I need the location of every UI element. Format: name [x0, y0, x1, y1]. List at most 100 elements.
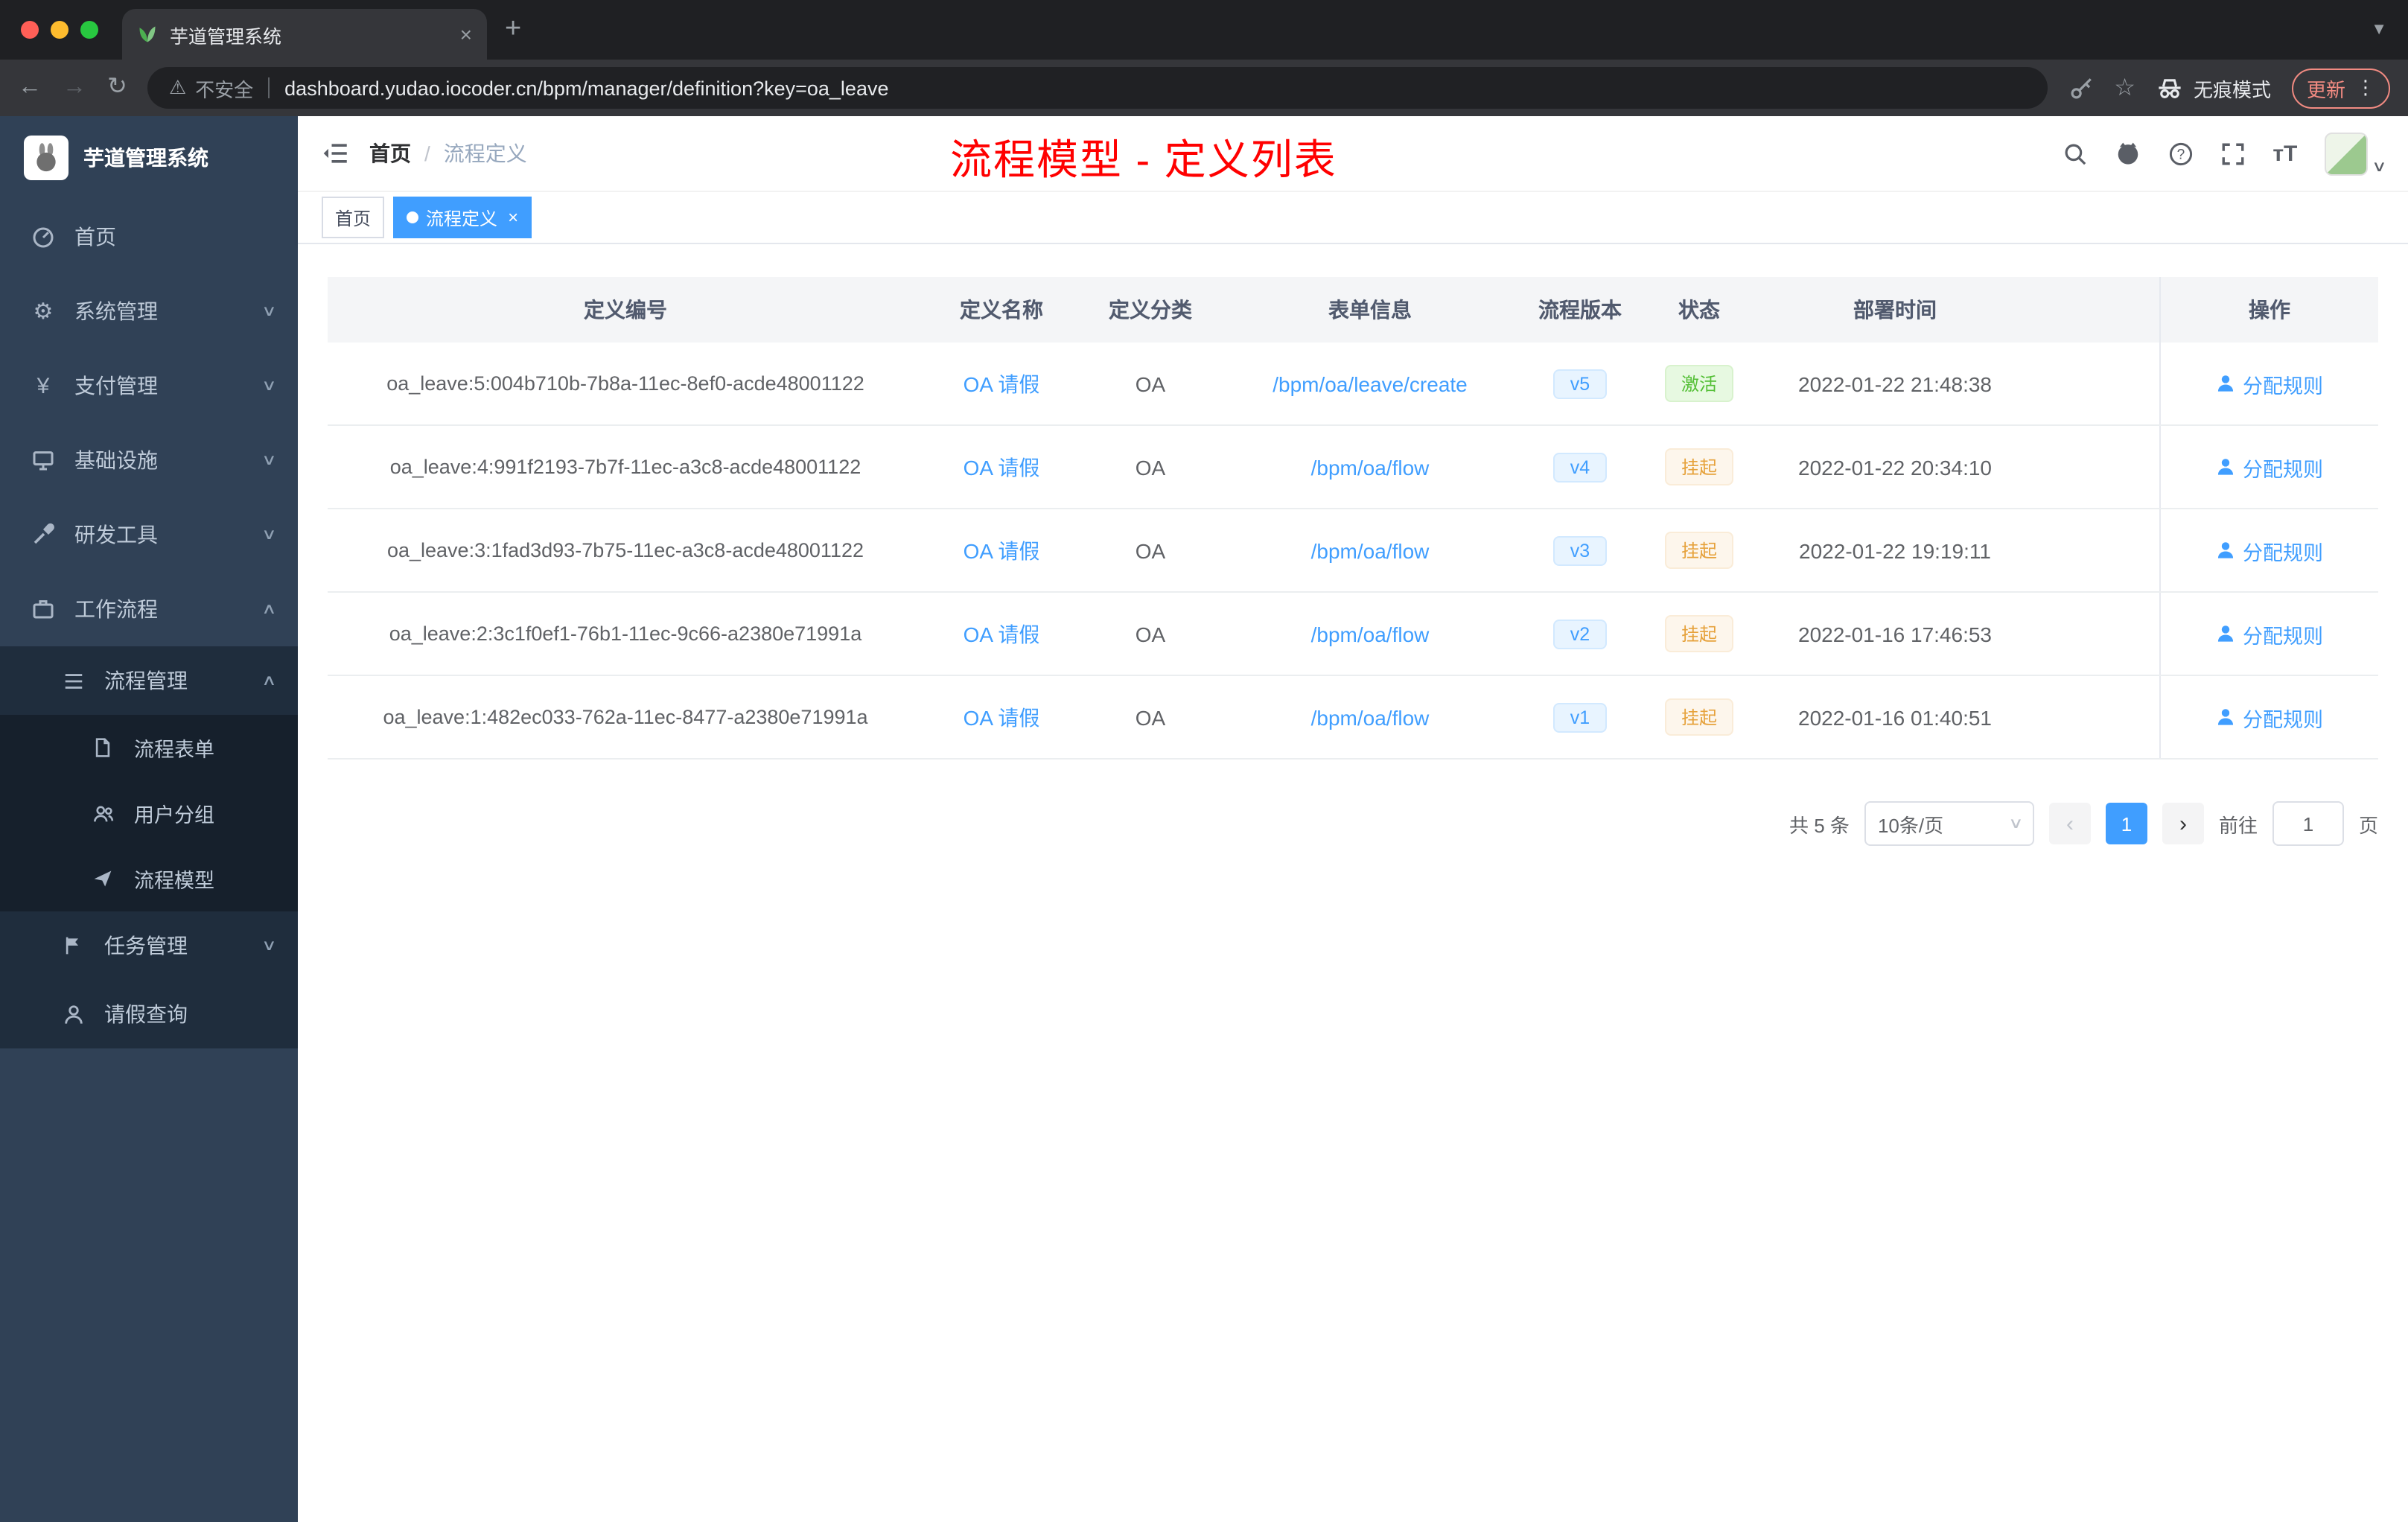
page-content: 定义编号 定义名称 定义分类 表单信息 流程版本 状态 部署时间 操作 oa_l…: [298, 244, 2408, 1522]
version-badge: v5: [1553, 369, 1607, 398]
cell-definition-id: oa_leave:1:482ec033-762a-11ec-8477-a2380…: [383, 706, 868, 728]
user-icon: [2217, 709, 2234, 725]
sidebar-item-infrastructure[interactable]: 基础设施 ∨: [0, 423, 298, 497]
breadcrumb: 首页 / 流程定义: [369, 138, 527, 168]
tag-process-definition[interactable]: 流程定义 ×: [393, 197, 532, 238]
total-count: 共 5 条: [1789, 814, 1850, 836]
forward-button[interactable]: →: [63, 75, 86, 100]
breadcrumb-home[interactable]: 首页: [369, 138, 411, 168]
sidebar-label-process-form: 流程表单: [134, 739, 214, 761]
sidebar-item-home[interactable]: 首页: [0, 200, 298, 274]
chevron-down-icon: ∨: [261, 526, 276, 543]
font-size-icon[interactable]: тT: [2272, 141, 2297, 166]
goto-label: 前往: [2218, 814, 2258, 836]
sidebar-item-task-mgmt[interactable]: 任务管理 ∨: [0, 911, 298, 980]
assign-rule-link[interactable]: 分配规则: [2216, 702, 2323, 732]
address-bar[interactable]: ⚠ 不安全 dashboard.yudao.iocoder.cn/bpm/man…: [147, 67, 2048, 109]
back-button[interactable]: ←: [18, 75, 42, 100]
tools-icon: [30, 523, 57, 547]
sidebar-item-workflow[interactable]: 工作流程 ∧: [0, 572, 298, 646]
assign-rule-link[interactable]: 分配规则: [2216, 452, 2323, 482]
cell-definition-id: oa_leave:4:991f2193-7b7f-11ec-a3c8-acde4…: [389, 456, 861, 478]
browser-tab[interactable]: 芋道管理系统 ×: [122, 9, 487, 60]
assign-rule-link[interactable]: 分配规则: [2216, 535, 2323, 565]
assign-rule-link[interactable]: 分配规则: [2216, 619, 2323, 649]
definition-name-link[interactable]: OA 请假: [923, 343, 1080, 424]
sidebar-item-devtools[interactable]: 研发工具 ∨: [0, 497, 298, 572]
sidebar-fold-icon[interactable]: [322, 140, 348, 167]
sidebar-label-process-mgmt: 流程管理: [104, 669, 188, 692]
form-link[interactable]: /bpm/oa/flow: [1221, 509, 1519, 591]
prev-page-button[interactable]: ‹: [2048, 803, 2091, 844]
table-row: oa_leave:1:482ec033-762a-11ec-8477-a2380…: [328, 676, 2378, 760]
chevron-down-icon: ∨: [261, 937, 276, 954]
sidebar-item-process-mgmt[interactable]: 流程管理 ∧: [0, 646, 298, 715]
next-page-button[interactable]: ›: [2162, 803, 2204, 844]
chevron-down-icon: ∨: [261, 378, 276, 394]
cell-deploy-time: 2022-01-22 20:34:10: [1798, 455, 1992, 479]
form-link[interactable]: /bpm/oa/flow: [1221, 426, 1519, 508]
sidebar-item-leave-query[interactable]: 请假查询: [0, 980, 298, 1048]
sidebar-item-payment[interactable]: ¥ 支付管理 ∨: [0, 348, 298, 423]
sidebar-item-process-model[interactable]: 流程模型: [0, 846, 298, 911]
github-icon[interactable]: [2115, 140, 2141, 167]
help-icon[interactable]: ?: [2168, 141, 2194, 166]
column-header-category: 定义分类: [1109, 298, 1192, 322]
tag-home[interactable]: 首页: [322, 197, 385, 238]
bookmark-star-icon[interactable]: ☆: [2114, 73, 2135, 103]
table-row: oa_leave:5:004b710b-7b8a-11ec-8ef0-acde4…: [328, 343, 2378, 426]
svg-text:?: ?: [2177, 146, 2185, 162]
definition-name-link[interactable]: OA 请假: [923, 426, 1080, 508]
browser-update-menu-button[interactable]: 更新 ⋮: [2291, 68, 2390, 108]
user-icon: [2217, 459, 2234, 475]
sidebar-item-process-form[interactable]: 流程表单: [0, 715, 298, 780]
search-icon[interactable]: [2063, 141, 2088, 166]
definition-name-link[interactable]: OA 请假: [923, 676, 1080, 758]
form-link[interactable]: /bpm/oa/leave/create: [1221, 343, 1519, 424]
tab-search-chevron-icon[interactable]: ▼: [2371, 21, 2387, 39]
new-tab-button[interactable]: +: [505, 13, 521, 46]
table-row: oa_leave:2:3c1f0ef1-76b1-11ec-9c66-a2380…: [328, 593, 2378, 676]
cell-category: OA: [1135, 622, 1166, 646]
assign-rule-link[interactable]: 分配规则: [2216, 369, 2323, 398]
tag-close-icon[interactable]: ×: [508, 207, 518, 228]
sidebar-item-system[interactable]: ⚙ 系统管理 ∨: [0, 274, 298, 348]
fullscreen-icon[interactable]: [2220, 141, 2246, 166]
reload-button[interactable]: ↻: [107, 75, 127, 100]
page-number-button[interactable]: 1: [2105, 803, 2147, 844]
version-badge: v3: [1553, 535, 1607, 565]
version-badge: v1: [1553, 702, 1607, 732]
cell-category: OA: [1135, 455, 1166, 479]
page-size-select[interactable]: 10条/页 ∨: [1864, 801, 2034, 846]
screen: 芋道管理系统 × + ▼ ← → ↻ ⚠ 不安全 dashboard.yudao…: [0, 0, 2408, 1522]
flag-icon: [60, 935, 86, 956]
security-chip[interactable]: ⚠ 不安全: [169, 74, 253, 102]
tab-favicon-icon: [139, 26, 156, 42]
sidebar-label-payment: 支付管理: [74, 374, 158, 398]
definition-name-link[interactable]: OA 请假: [923, 593, 1080, 675]
cell-deploy-time: 2022-01-16 17:46:53: [1798, 622, 1992, 646]
security-label: 不安全: [195, 78, 254, 101]
form-link[interactable]: /bpm/oa/flow: [1221, 593, 1519, 675]
window-minimize-button[interactable]: [51, 21, 69, 39]
paper-plane-icon: [89, 868, 116, 889]
window-zoom-button[interactable]: [80, 21, 98, 39]
window-close-button[interactable]: [21, 21, 39, 39]
user-menu[interactable]: ∨: [2324, 132, 2386, 175]
workflow-submenu: 流程管理 ∧ 流程表单 用户分组 流程模型 任务管理 ∨ 请假查询: [0, 646, 298, 1048]
table-row: oa_leave:4:991f2193-7b7f-11ec-a3c8-acde4…: [328, 426, 2378, 509]
goto-page-input[interactable]: [2272, 801, 2344, 846]
chevron-down-icon: ∨: [2371, 159, 2386, 175]
sidebar-label-task-mgmt: 任务管理: [104, 934, 188, 958]
tab-close-icon[interactable]: ×: [460, 22, 472, 46]
cell-definition-id: oa_leave:5:004b710b-7b8a-11ec-8ef0-acde4…: [386, 372, 864, 395]
users-icon: [89, 802, 116, 824]
password-key-icon[interactable]: [2068, 75, 2093, 101]
sidebar-label-leave-query: 请假查询: [104, 1002, 188, 1026]
definition-name-link[interactable]: OA 请假: [923, 509, 1080, 591]
sidebar-label-infrastructure: 基础设施: [74, 448, 158, 472]
app-logo-avatar: [24, 136, 69, 180]
form-link[interactable]: /bpm/oa/flow: [1221, 676, 1519, 758]
app-logo-row[interactable]: 芋道管理系统: [0, 116, 298, 200]
sidebar-item-user-group[interactable]: 用户分组: [0, 780, 298, 846]
